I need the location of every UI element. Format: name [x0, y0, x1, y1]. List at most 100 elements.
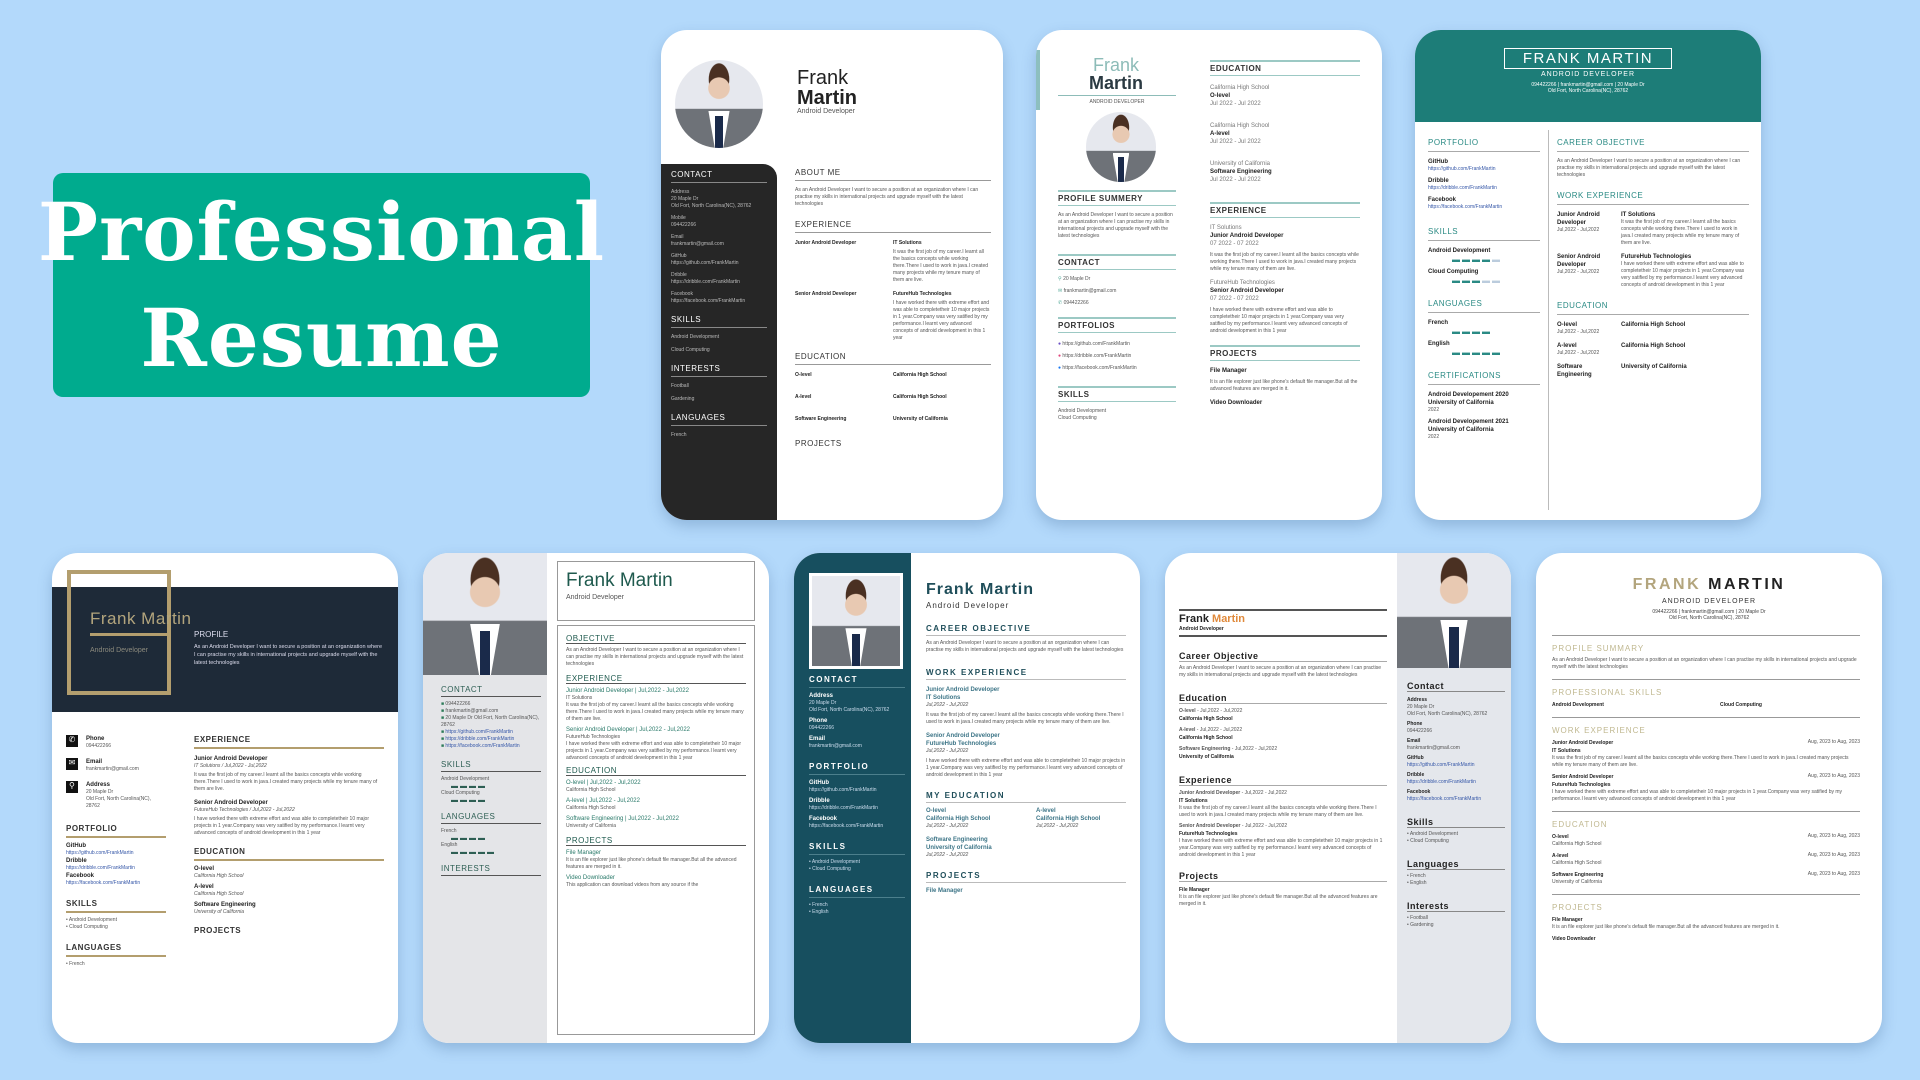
facebook-link[interactable]: https://facebook.com/FrankMartin [671, 298, 767, 305]
label: Facebook [671, 291, 693, 297]
divider [1552, 635, 1860, 636]
school: California High School [893, 372, 947, 378]
content-box: OBJECTIVE As an Android Developer I want… [557, 625, 755, 1035]
summary: As an Android Developer I want to secure… [1058, 212, 1173, 239]
email: frankmartin@gmail.com [671, 241, 724, 247]
job-title: Senior Android Developer [1210, 288, 1284, 294]
name: FRANK MARTIN [1503, 48, 1673, 69]
address-item: ■ 20 Maple Dr Old Fort, North Carolina(N… [441, 715, 541, 729]
resume-template-3[interactable]: FRANK MARTIN ANDROID DEVELOPER 094422266… [1415, 30, 1761, 520]
experience-heading: Experience [1179, 775, 1387, 786]
github-item[interactable]: ■ https://github.com/FrankMartin [441, 729, 541, 736]
portfolio-heading: PORTFOLIO [809, 762, 905, 775]
role: ANDROID DEVELOPER [1661, 598, 1757, 605]
job-desc: It was the first job of my career.I lear… [1621, 219, 1740, 246]
dribbble-link[interactable]: https://dribble.com/FrankMartin [66, 865, 166, 872]
education-heading: EDUCATION [1552, 820, 1608, 829]
address: Old Fort, North Carolina(NC), 28762 [1668, 615, 1750, 621]
language: • English [809, 909, 829, 915]
interests-heading: INTERESTS [671, 364, 767, 377]
divider [1552, 894, 1860, 895]
name: Frank Martin [566, 570, 673, 591]
company: FutureHub Technologies [1621, 254, 1692, 260]
dates: Jul,2022 - Jul,2022 [1557, 227, 1600, 233]
languages-heading: LANGUAGES [441, 812, 541, 824]
dribbble-link[interactable]: https://dribble.com/FrankMartin [1428, 185, 1540, 192]
degree: O-level [795, 372, 812, 378]
project-desc: It is an file explorer just like phone's… [566, 857, 737, 870]
interest: Gardening [671, 396, 695, 402]
label: Dribble [1428, 178, 1449, 184]
school: California High School [1179, 716, 1233, 722]
dates: Jul 2022 - Jul 2022 [1210, 139, 1261, 145]
job-title: Senior Android Developer [1557, 254, 1601, 268]
resume-template-4[interactable]: Frank Martin Android Developer PROFILE A… [52, 553, 398, 1043]
company: FutureHub Technologies [893, 291, 952, 297]
label: GitHub [66, 843, 86, 849]
job-meta: IT Solutions / Jul,2022 - Jul,2022 [194, 763, 267, 769]
address: 20 Maple Dr [671, 196, 699, 202]
link: https://dribble.com/FrankMartin [1062, 353, 1132, 359]
title-banner: Professional Resume [38, 173, 604, 397]
github-link[interactable]: https://github.com/FrankMartin [1407, 762, 1505, 769]
address: Old Fort, North Carolina(NC), 28762 [1547, 88, 1629, 94]
school: California High School [1621, 322, 1686, 328]
school: University of California [194, 909, 245, 915]
skill: Android Development [1552, 702, 1604, 708]
cert-org: University of California [1428, 400, 1494, 406]
degree: Software Engineering [926, 837, 988, 843]
project-name: File Manager [1179, 887, 1210, 893]
right-column: EDUCATION California High School O-level… [1210, 60, 1360, 407]
profile-heading: PROFILE [194, 630, 229, 639]
language-level-bar: ▬▬▬▬ [451, 835, 487, 842]
projects-heading: PROJECTS [1210, 345, 1360, 361]
facebook-link[interactable]: https://facebook.com/FrankMartin [66, 880, 166, 887]
dates: Aug, 2023 to Aug, 2023 [1807, 871, 1860, 877]
facebook-link[interactable]: https://facebook.com/FrankMartin [1428, 204, 1540, 211]
dribbble-item[interactable]: ● https://dribble.com/FrankMartin [1058, 353, 1176, 360]
facebook-item[interactable]: ● https://facebook.com/FrankMartin [1058, 365, 1176, 372]
certifications-heading: CERTIFICATIONS [1428, 371, 1540, 385]
dates: Jul,2022 - Jul,2022 [589, 798, 640, 804]
label: Phone [809, 718, 828, 724]
job-line: Senior Android Developer - Jul,2022 - Ju… [1179, 823, 1288, 829]
facebook-link[interactable]: https://facebook.com/FrankMartin [809, 823, 905, 830]
github-item[interactable]: ● https://github.com/FrankMartin [1058, 341, 1176, 348]
dribbble-link[interactable]: https://dribble.com/FrankMartin [671, 279, 767, 286]
dribbble-item[interactable]: ■ https://dribble.com/FrankMartin [441, 736, 541, 743]
project-name: Video Downloader [566, 875, 615, 881]
language: • French [66, 961, 85, 967]
resume-template-8[interactable]: FRANK MARTIN ANDROID DEVELOPER 094422266… [1536, 553, 1882, 1043]
summary: As an Android Developer I want to secure… [566, 647, 744, 667]
project-desc: This application can download videos fro… [566, 882, 699, 888]
profile-photo [1397, 553, 1511, 668]
github-link[interactable]: https://github.com/FrankMartin [66, 850, 166, 857]
dates: Jul,2022 - Jul,2022 [589, 780, 641, 786]
cert-org: University of California [1428, 427, 1494, 433]
left-column: PORTFOLIO GitHub https://github.com/Fran… [1428, 138, 1540, 441]
role: Android Developer [566, 594, 624, 601]
skills-heading: SKILLS [1058, 386, 1176, 402]
role: Android Developer [1179, 625, 1387, 637]
job-title: Junior Android Developer [194, 756, 268, 762]
resume-template-6[interactable]: CONTACT Address 20 Maple Dr Old Fort, No… [794, 553, 1140, 1043]
project-name: File Manager [1552, 917, 1583, 923]
dribbble-link[interactable]: https://dribble.com/FrankMartin [809, 805, 905, 812]
sidebar: CONTACT Address 20 Maple Dr Old Fort, No… [661, 164, 777, 520]
company: FutureHub Technologies [1179, 831, 1238, 837]
main-column: Frank Martin Android Developer Career Ob… [1179, 609, 1387, 908]
facebook-item[interactable]: ■ https://facebook.com/FrankMartin [441, 743, 541, 750]
facebook-link[interactable]: https://facebook.com/FrankMartin [1407, 796, 1505, 803]
dribbble-link[interactable]: https://dribble.com/FrankMartin [1407, 779, 1505, 786]
objective-heading: CAREER OBJECTIVE [926, 624, 1126, 636]
resume-template-5[interactable]: CONTACT ■ 094422266 ■ frankmartin@gmail.… [423, 553, 769, 1043]
resume-template-1[interactable]: Frank Martin Android Developer CONTACT A… [661, 30, 1003, 520]
github-link[interactable]: https://github.com/FrankMartin [1428, 166, 1540, 173]
skill-text: Android Development [1409, 831, 1458, 837]
github-link[interactable]: https://github.com/FrankMartin [809, 787, 905, 794]
resume-template-7[interactable]: Frank Martin Android Developer Career Ob… [1165, 553, 1511, 1043]
github-link[interactable]: https://github.com/FrankMartin [671, 260, 767, 267]
label: Email [86, 759, 103, 765]
resume-template-2[interactable]: Frank Martin ANDROID DEVELOPER PROFILE S… [1036, 30, 1382, 520]
name: Frank Martin [1179, 609, 1387, 625]
